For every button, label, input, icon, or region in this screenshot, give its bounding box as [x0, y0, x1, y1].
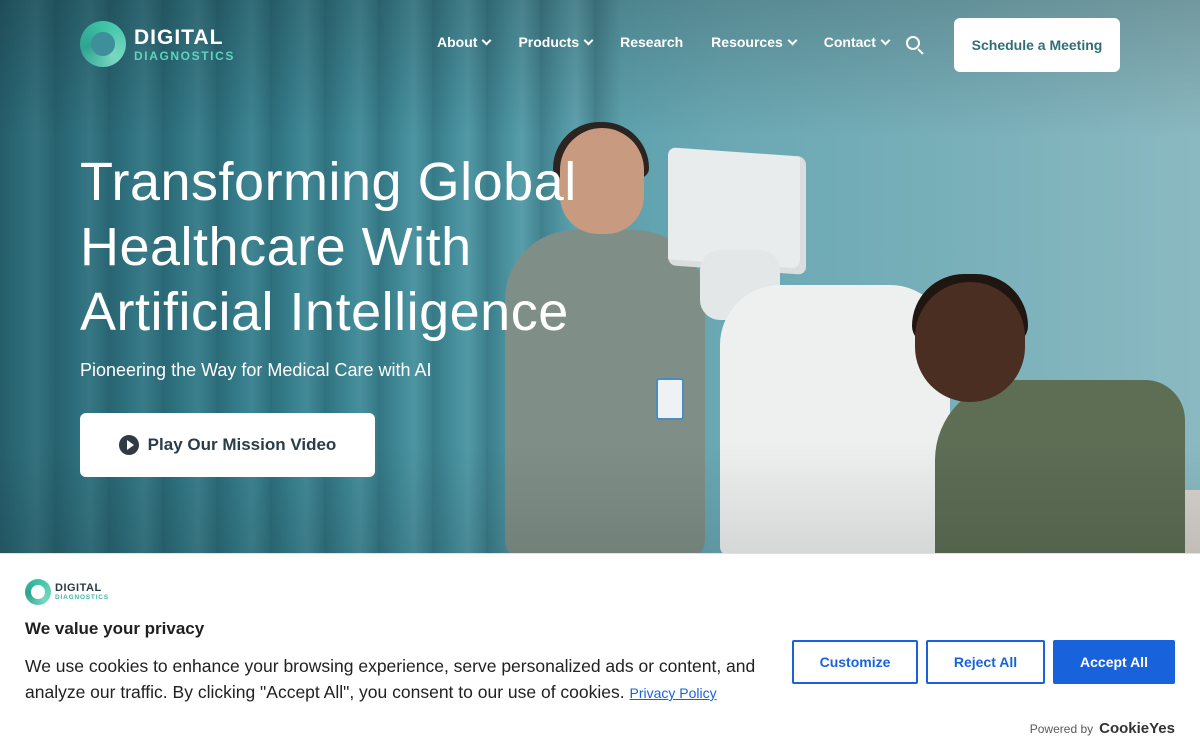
cookie-logo-line1: DIGITAL	[55, 581, 102, 594]
cookie-logo-line2: DIAGNOSTICS	[55, 593, 109, 601]
cookieyes-brand[interactable]: CookieYes	[1099, 720, 1175, 737]
play-mission-video-button[interactable]: Play Our Mission Video	[80, 413, 375, 477]
hero-title-line: Transforming Global	[80, 152, 577, 212]
play-mission-video-label: Play Our Mission Video	[147, 435, 337, 454]
hero-title-line: Healthcare With	[80, 217, 472, 277]
main-nav: About Products Research Resources Contac…	[437, 34, 917, 50]
schedule-meeting-button[interactable]: Schedule a Meeting	[954, 18, 1120, 72]
cookie-logo-wordmark: DIGITAL DIAGNOSTICS	[55, 581, 109, 602]
nav-item-about[interactable]: About	[437, 34, 492, 50]
site-header: DIGITAL DIAGNOSTICS About Products Resea…	[0, 0, 1200, 90]
nav-item-products[interactable]: Products	[518, 34, 594, 50]
chevron-down-icon	[481, 35, 492, 45]
logo-line1: DIGITAL	[134, 25, 224, 49]
nav-item-label: About	[437, 34, 478, 50]
nav-item-label: Resources	[711, 34, 783, 50]
cookie-banner-title: We value your privacy	[25, 619, 205, 638]
hero-title: Transforming Global Healthcare With Arti…	[80, 150, 640, 345]
cookie-banner-text: We use cookies to enhance your browsing …	[25, 653, 785, 706]
nav-item-resources[interactable]: Resources	[711, 34, 798, 50]
nav-item-research[interactable]: Research	[620, 34, 683, 50]
privacy-policy-link[interactable]: Privacy Policy	[630, 685, 717, 701]
search-icon[interactable]	[906, 36, 924, 55]
logo-line2: DIAGNOSTICS	[134, 48, 235, 63]
powered-by-label: Powered by	[1029, 721, 1094, 736]
accept-all-button[interactable]: Accept All	[1053, 640, 1175, 684]
search-icon-handle	[917, 48, 924, 55]
logo-ring-icon	[80, 21, 126, 67]
reject-all-button[interactable]: Reject All	[926, 640, 1045, 684]
nav-item-contact[interactable]: Contact	[823, 34, 891, 50]
powered-by: Powered by CookieYes	[1030, 720, 1175, 737]
chevron-down-icon	[583, 35, 594, 45]
play-icon	[118, 435, 139, 455]
nav-item-label: Contact	[823, 34, 876, 50]
hero-title-line: Artificial Intelligence	[80, 282, 569, 342]
customize-button[interactable]: Customize	[792, 640, 918, 684]
chevron-down-icon	[880, 35, 891, 45]
site-logo[interactable]: DIGITAL DIAGNOSTICS	[80, 21, 235, 67]
cookie-consent-banner: DIGITAL DIAGNOSTICS We value your privac…	[0, 553, 1200, 750]
nav-item-label: Products	[518, 34, 580, 50]
logo-wordmark: DIGITAL DIAGNOSTICS	[134, 27, 235, 62]
cookie-banner-logo: DIGITAL DIAGNOSTICS	[25, 579, 109, 605]
logo-ring-icon	[25, 579, 51, 605]
nav-item-label: Research	[620, 34, 684, 50]
hero-subtitle: Pioneering the Way for Medical Care with…	[80, 360, 432, 380]
chevron-down-icon	[787, 35, 798, 45]
